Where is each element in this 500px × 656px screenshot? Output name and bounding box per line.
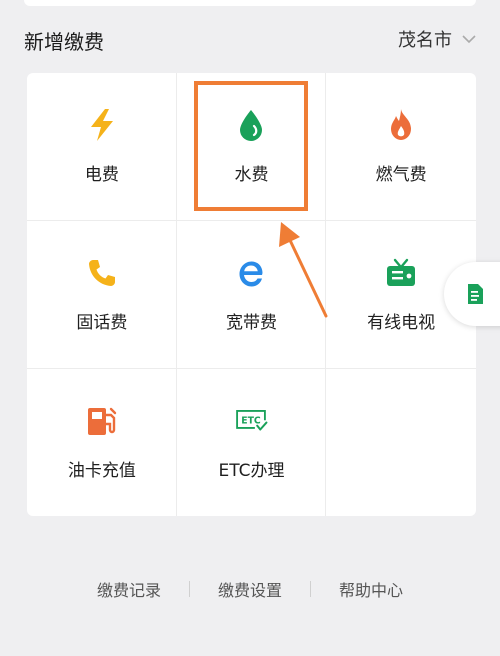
floating-document-button[interactable] [444,262,500,326]
flame-icon [384,108,418,142]
ie-browser-icon [234,256,268,290]
service-label: 油卡充值 [67,460,136,481]
payment-settings-link[interactable]: 缴费设置 [190,577,310,601]
highlight-box [194,81,308,211]
tv-icon [384,256,418,290]
lightning-icon [85,108,119,142]
section-header: 新增缴费 茂名市 [24,22,476,58]
service-label: 电费 [84,165,119,186]
service-etc[interactable]: ETC ETC办理 [177,368,327,516]
service-gas[interactable]: 燃气费 [326,73,476,221]
previous-card-edge [24,0,476,6]
payment-records-link[interactable]: 缴费记录 [69,577,189,601]
city-label: 茂名市 [398,30,452,51]
service-broadband[interactable]: 宽带费 [177,221,327,369]
empty-cell [326,368,476,516]
phone-icon [85,256,119,290]
service-label: ETC办理 [218,460,285,481]
section-title: 新增缴费 [24,30,104,54]
service-label: 宽带费 [225,312,277,333]
service-label: 有线电视 [367,312,436,333]
svg-text:ETC: ETC [242,415,262,426]
city-selector[interactable]: 茂名市 [398,26,476,52]
help-center-link[interactable]: 帮助中心 [311,577,431,601]
service-landline[interactable]: 固话费 [27,221,177,369]
chevron-down-icon [462,35,476,44]
footer-links: 缴费记录 缴费设置 帮助中心 [0,576,500,602]
etc-icon: ETC [234,404,268,438]
service-label: 固话费 [76,312,128,333]
service-label: 燃气费 [375,165,427,186]
service-fuel-card[interactable]: 油卡充值 [27,368,177,516]
fuel-pump-icon [85,404,119,438]
service-electricity[interactable]: 电费 [27,73,177,221]
document-icon [468,284,483,304]
